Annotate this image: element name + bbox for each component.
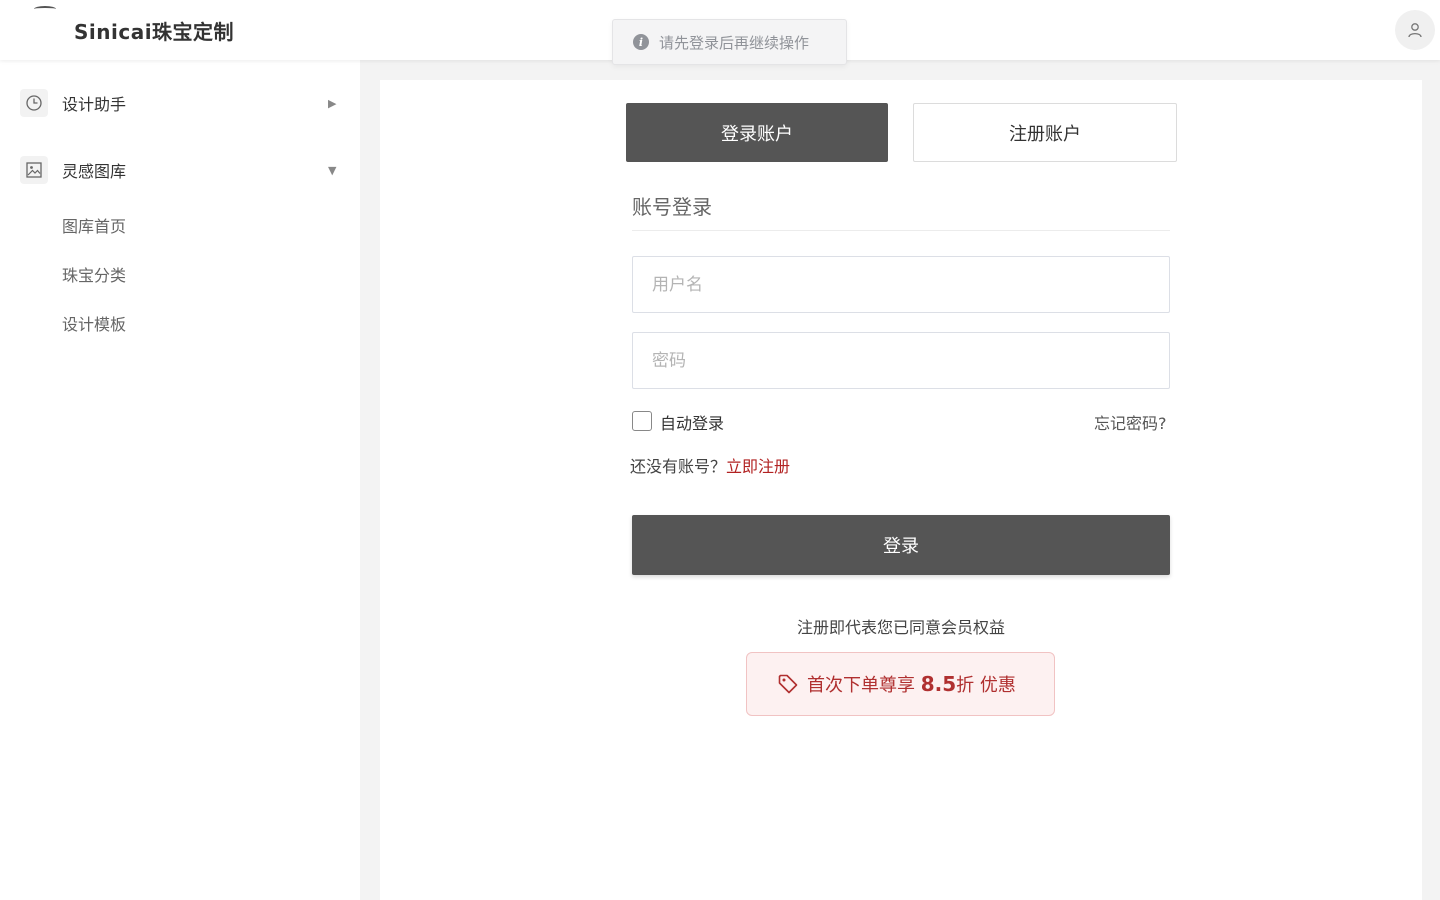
- auto-login-label[interactable]: 自动登录: [660, 410, 724, 434]
- password-input[interactable]: [632, 332, 1170, 389]
- main-content-panel: [380, 80, 1422, 900]
- sidebar-item-design-assistant[interactable]: 设计助手 ▶: [0, 83, 360, 123]
- register-now-link[interactable]: 立即注册: [726, 457, 790, 476]
- promo-text: 首次下单尊享 8.5折 优惠: [807, 671, 1016, 697]
- promo-discount-number: 8.5: [920, 672, 957, 696]
- tab-register[interactable]: 注册账户: [913, 103, 1177, 162]
- promo-suffix: 折 优惠: [956, 675, 1016, 696]
- user-icon: [1408, 23, 1422, 38]
- user-avatar[interactable]: [1395, 10, 1435, 50]
- sidebar: 设计助手 ▶ 灵感图库 ▼ 图库首页 珠宝分类 设计模板: [0, 60, 360, 900]
- image-icon: [20, 156, 48, 184]
- logo-icon: [34, 6, 56, 12]
- toast-message: 请先登录后再继续操作: [659, 33, 810, 52]
- sidebar-item-label: 设计助手: [62, 95, 127, 114]
- title-divider: [632, 230, 1170, 231]
- sidebar-subitem-gallery-home[interactable]: 图库首页: [62, 213, 126, 237]
- sidebar-subitem-design-templates[interactable]: 设计模板: [62, 311, 126, 335]
- auto-login-checkbox[interactable]: [632, 411, 652, 431]
- form-title: 账号登录: [632, 195, 712, 219]
- sidebar-subitem-jewelry-categories[interactable]: 珠宝分类: [62, 262, 126, 286]
- brand-title[interactable]: Sinicai珠宝定制: [74, 16, 234, 45]
- chevron-right-icon: ▶: [328, 96, 337, 110]
- no-account-text: 还没有账号？立即注册: [630, 453, 790, 477]
- login-button[interactable]: 登录: [632, 515, 1170, 575]
- promo-banner: 首次下单尊享 8.5折 优惠: [746, 652, 1055, 716]
- chevron-down-icon: ▼: [328, 163, 337, 177]
- tag-icon: [778, 674, 798, 694]
- sidebar-item-inspiration-gallery[interactable]: 灵感图库 ▼: [0, 150, 360, 190]
- sidebar-item-label: 灵感图库: [62, 162, 127, 181]
- username-input[interactable]: [632, 256, 1170, 313]
- no-account-prefix: 还没有账号？: [630, 457, 727, 476]
- forgot-password-link[interactable]: 忘记密码?: [1094, 410, 1167, 434]
- promo-prefix: 首次下单尊享: [807, 675, 921, 696]
- login-required-toast: i 请先登录后再继续操作: [612, 19, 847, 65]
- info-icon: i: [633, 34, 649, 50]
- agreement-text: 注册即代表您已同意会员权益: [796, 618, 1005, 637]
- tab-login[interactable]: 登录账户: [626, 103, 888, 162]
- clock-icon: [20, 89, 48, 117]
